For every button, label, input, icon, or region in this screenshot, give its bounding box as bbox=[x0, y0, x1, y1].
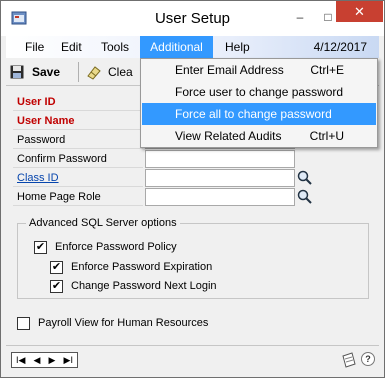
class-id-field[interactable] bbox=[145, 169, 295, 187]
password-label: Password bbox=[13, 131, 143, 149]
menu-force-all-change-password[interactable]: Force all to change password bbox=[142, 103, 376, 125]
view-audits-label: View Related Audits bbox=[175, 129, 282, 143]
status-bar: I◀ ◀ ▶ ▶I ? bbox=[6, 345, 379, 373]
change-next-login-label: Change Password Next Login bbox=[71, 280, 217, 292]
row-class-id: Class ID bbox=[13, 169, 379, 187]
clear-button[interactable]: Clea bbox=[86, 62, 133, 82]
sql-options-title: Advanced SQL Server options bbox=[26, 217, 180, 229]
next-record-icon[interactable]: ▶ bbox=[49, 355, 56, 366]
note-icon[interactable] bbox=[341, 352, 357, 368]
force-user-label: Force user to change password bbox=[175, 85, 344, 99]
class-id-link[interactable]: Class ID bbox=[13, 169, 143, 187]
enter-email-label: Enter Email Address bbox=[175, 63, 284, 77]
user-id-label: User ID bbox=[13, 93, 143, 111]
first-record-icon[interactable]: I◀ bbox=[16, 355, 25, 366]
home-page-role-field[interactable] bbox=[145, 188, 295, 206]
previous-record-icon[interactable]: ◀ bbox=[34, 355, 41, 366]
home-page-role-label: Home Page Role bbox=[13, 188, 143, 206]
menu-file[interactable]: File bbox=[19, 36, 50, 58]
additional-menu-dropdown: Enter Email Address Ctrl+E Force user to… bbox=[140, 58, 378, 148]
payroll-checkbox[interactable] bbox=[17, 316, 30, 330]
payroll-option[interactable]: Payroll View for Human Resources bbox=[17, 316, 208, 330]
change-next-login-option[interactable]: ✔ Change Password Next Login bbox=[50, 279, 217, 293]
change-next-login-checkbox[interactable]: ✔ bbox=[50, 279, 63, 293]
enforce-policy-label: Enforce Password Policy bbox=[55, 241, 177, 253]
home-page-role-lookup-icon[interactable] bbox=[297, 189, 313, 205]
close-button[interactable]: ✕ bbox=[336, 1, 383, 22]
view-audits-shortcut: Ctrl+U bbox=[309, 129, 344, 143]
eraser-icon bbox=[87, 66, 101, 80]
payroll-label: Payroll View for Human Resources bbox=[38, 317, 209, 329]
toolbar-separator bbox=[78, 62, 79, 82]
minimize-button[interactable]: – bbox=[286, 7, 314, 27]
record-navigation: I◀ ◀ ▶ ▶I bbox=[11, 352, 78, 368]
enforce-policy-option[interactable]: ✔ Enforce Password Policy bbox=[34, 240, 177, 254]
save-button[interactable]: Save bbox=[10, 62, 60, 82]
save-icon bbox=[10, 65, 24, 79]
menu-edit[interactable]: Edit bbox=[55, 36, 88, 58]
force-all-label: Force all to change password bbox=[175, 107, 332, 121]
last-record-icon[interactable]: ▶I bbox=[64, 355, 73, 366]
enter-email-shortcut: Ctrl+E bbox=[310, 63, 344, 77]
confirm-password-label: Confirm Password bbox=[13, 150, 143, 168]
enforce-expiration-option[interactable]: ✔ Enforce Password Expiration bbox=[50, 260, 212, 274]
help-icon[interactable]: ? bbox=[361, 352, 375, 366]
enforce-expiration-label: Enforce Password Expiration bbox=[71, 261, 213, 273]
menu-view-related-audits[interactable]: View Related Audits Ctrl+U bbox=[142, 125, 376, 147]
clear-label: Clea bbox=[108, 65, 133, 79]
confirm-password-field[interactable] bbox=[145, 150, 295, 168]
class-id-lookup-icon[interactable] bbox=[297, 170, 313, 186]
menu-enter-email-address[interactable]: Enter Email Address Ctrl+E bbox=[142, 59, 376, 81]
menu-force-user-change-password[interactable]: Force user to change password bbox=[142, 81, 376, 103]
menu-bar: File Edit Tools Additional Help 4/12/201… bbox=[6, 36, 379, 58]
enforce-expiration-checkbox[interactable]: ✔ bbox=[50, 260, 63, 274]
user-date[interactable]: 4/12/2017 bbox=[314, 36, 367, 58]
row-home-page-role: Home Page Role bbox=[13, 188, 379, 206]
save-label: Save bbox=[32, 65, 61, 79]
title-bar: User Setup – □ ✕ bbox=[1, 1, 384, 36]
menu-help[interactable]: Help bbox=[219, 36, 256, 58]
sql-options-group: Advanced SQL Server options ✔ Enforce Pa… bbox=[17, 217, 369, 299]
user-name-label: User Name bbox=[13, 112, 143, 130]
row-confirm-password: Confirm Password bbox=[13, 150, 379, 168]
enforce-policy-checkbox[interactable]: ✔ bbox=[34, 240, 47, 254]
user-setup-window: User Setup – □ ✕ File Edit Tools Additio… bbox=[0, 0, 385, 378]
menu-tools[interactable]: Tools bbox=[95, 36, 135, 58]
menu-additional[interactable]: Additional bbox=[140, 36, 213, 58]
